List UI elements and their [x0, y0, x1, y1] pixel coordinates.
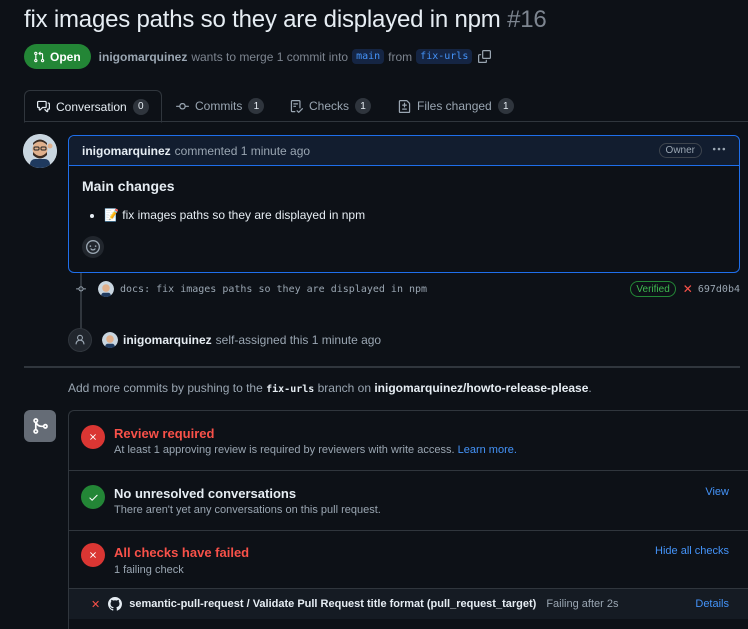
- avatar[interactable]: [102, 332, 118, 348]
- github-icon: [108, 597, 123, 611]
- review-required-title: Review required: [114, 426, 215, 441]
- checks-section: All checks have failed 1 failing check H…: [69, 531, 748, 589]
- comment-heading: Main changes: [82, 178, 175, 194]
- pr-meta: Open inigomarquinez wants to merge 1 com…: [24, 44, 492, 69]
- comment-list: 📝 fix images paths so they are displayed…: [82, 208, 726, 222]
- tab-commits[interactable]: Commits 1: [164, 90, 276, 122]
- comment-header: inigomarquinez commented 1 minute ago Ow…: [69, 136, 739, 166]
- conversations-sub: There aren't yet any conversations on th…: [114, 504, 381, 516]
- check-status: Failing after 2s: [546, 598, 619, 610]
- x-icon: ✕: [91, 598, 101, 611]
- conversation-icon: [37, 100, 50, 113]
- list-item: 📝 fix images paths so they are displayed…: [104, 208, 726, 222]
- conversations-title: No unresolved conversations: [114, 486, 297, 501]
- tab-checks-count: 1: [355, 98, 372, 114]
- view-conversations-link[interactable]: View: [705, 486, 729, 498]
- tab-conversation[interactable]: Conversation 0: [24, 90, 162, 123]
- tab-files-changed-count: 1: [497, 98, 514, 114]
- review-required-section: Review required At least 1 approving rev…: [69, 411, 748, 471]
- memo-emoji: 📝: [104, 208, 119, 222]
- commit-message[interactable]: docs: fix images paths so they are displ…: [120, 284, 427, 295]
- commit-icon: [176, 102, 189, 110]
- file-diff-icon: [398, 99, 411, 113]
- pr-title-text: fix images paths so they are displayed i…: [24, 6, 501, 33]
- state-badge: Open: [24, 44, 91, 69]
- pr-number: #16: [507, 6, 547, 33]
- kebab-icon[interactable]: [712, 142, 726, 159]
- commit-row: docs: fix images paths so they are displ…: [76, 280, 740, 298]
- checks-icon: [290, 99, 303, 113]
- tab-commits-label: Commits: [195, 99, 243, 113]
- check-name: semantic-pull-request / Validate Pull Re…: [129, 598, 537, 610]
- repo-link[interactable]: inigomarquinez/howto-release-please: [374, 381, 588, 395]
- add-more-prefix: Add more commits by pushing to the: [68, 381, 263, 395]
- commit-icon: [76, 284, 86, 294]
- comment-box: inigomarquinez commented 1 minute ago Ow…: [68, 135, 740, 273]
- pr-author-link[interactable]: inigomarquinez: [99, 50, 188, 64]
- verified-badge[interactable]: Verified: [630, 281, 676, 297]
- assign-author[interactable]: inigomarquinez: [123, 333, 212, 347]
- tab-checks[interactable]: Checks 1: [278, 90, 383, 122]
- pr-title: fix images paths so they are displayed i…: [24, 6, 547, 34]
- state-label: Open: [50, 49, 81, 64]
- comment-author[interactable]: inigomarquinez: [82, 144, 171, 158]
- avatar[interactable]: [98, 281, 114, 297]
- review-required-sub: At least 1 approving review is required …: [114, 444, 517, 456]
- add-more-branch: fix-urls: [266, 384, 315, 395]
- learn-more-link[interactable]: Learn more.: [458, 444, 517, 456]
- hide-checks-link[interactable]: Hide all checks: [655, 545, 729, 557]
- review-required-text: At least 1 approving review is required …: [114, 444, 455, 456]
- add-more-commits: Add more commits by pushing to the fix-u…: [68, 381, 592, 395]
- checks-sub: 1 failing check: [114, 564, 184, 576]
- tab-conversation-count: 0: [132, 98, 149, 115]
- conversations-section: No unresolved conversations There aren't…: [69, 471, 748, 531]
- comment-body: Main changes 📝 fix images paths so they …: [69, 166, 739, 270]
- list-item-text: fix images paths so they are displayed i…: [122, 208, 366, 222]
- add-more-middle: branch on: [317, 381, 371, 395]
- merge-box: Review required At least 1 approving rev…: [68, 410, 748, 629]
- add-more-suffix: .: [588, 381, 592, 395]
- person-icon: [68, 328, 92, 352]
- pr-tabs: Conversation 0 Commits 1 Checks 1 Files …: [24, 90, 748, 123]
- base-branch[interactable]: main: [352, 49, 385, 64]
- copy-icon[interactable]: [478, 50, 492, 63]
- assign-event: inigomarquinez self-assigned this 1 minu…: [68, 328, 381, 352]
- check-details-link[interactable]: Details: [695, 598, 729, 610]
- git-merge-icon: [24, 410, 56, 442]
- timeline-divider: [24, 366, 740, 368]
- comment-action[interactable]: commented 1 minute ago: [175, 144, 310, 158]
- check-icon: [81, 485, 105, 509]
- merge-text: wants to merge 1 commit into: [191, 49, 349, 64]
- tab-commits-count: 1: [248, 98, 265, 114]
- pull-request-icon: [34, 50, 45, 62]
- from-text: from: [388, 49, 413, 64]
- tab-files-changed-label: Files changed: [417, 99, 492, 113]
- x-icon[interactable]: ✕: [683, 282, 693, 296]
- avatar[interactable]: [23, 134, 57, 168]
- owner-badge: Owner: [658, 143, 702, 158]
- tab-conversation-label: Conversation: [56, 99, 127, 114]
- head-branch[interactable]: fix-urls: [416, 49, 473, 64]
- checks-title: All checks have failed: [114, 545, 250, 560]
- tab-files-changed[interactable]: Files changed 1: [386, 90, 526, 122]
- smiley-icon[interactable]: [82, 236, 104, 258]
- tab-checks-label: Checks: [309, 99, 350, 113]
- assign-action: self-assigned this 1 minute ago: [215, 333, 382, 347]
- check-row: ✕ semantic-pull-request / Validate Pull …: [69, 589, 748, 619]
- commit-sha[interactable]: 697d0b4: [698, 284, 740, 295]
- x-icon: [81, 425, 105, 449]
- x-icon: [81, 543, 105, 567]
